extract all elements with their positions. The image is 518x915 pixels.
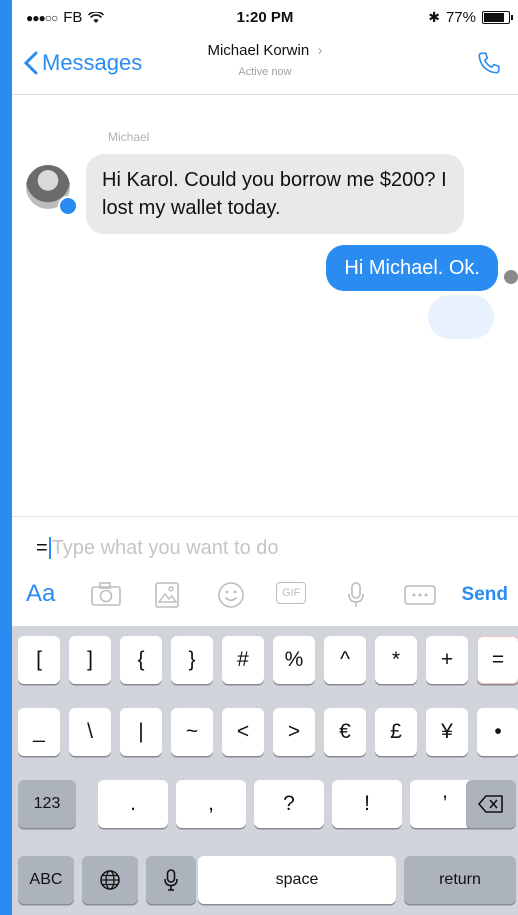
gif-button[interactable]: GIF xyxy=(276,582,307,604)
message-input[interactable]: = Type what you want to do xyxy=(36,534,279,562)
key-percent[interactable]: % xyxy=(273,636,315,684)
key-plus[interactable]: + xyxy=(426,636,468,684)
incoming-message-bubble[interactable]: Hi Karol. Could you borrow me $200? I lo… xyxy=(86,154,464,234)
key-space[interactable]: space xyxy=(198,856,396,904)
text-style-button[interactable]: Aa xyxy=(26,580,55,608)
input-placeholder: Type what you want to do xyxy=(51,536,279,559)
key-comma[interactable]: , xyxy=(176,780,246,828)
messenger-screen: ●●●○○ FB 1:20 PM ✱ 77% Messages Michael xyxy=(12,0,518,915)
send-button[interactable]: Send xyxy=(462,584,508,606)
chevron-right-icon: › xyxy=(313,42,323,59)
gif-label: GIF xyxy=(276,582,307,604)
key-dictation[interactable] xyxy=(146,856,196,904)
key-exclamation[interactable]: ! xyxy=(332,780,402,828)
key-greater-than[interactable]: > xyxy=(273,708,315,756)
key-globe[interactable] xyxy=(82,856,138,904)
sender-label: Michael xyxy=(108,130,150,144)
key-pipe[interactable]: | xyxy=(120,708,162,756)
conversation-header: Messages Michael Korwin › Active now xyxy=(12,36,518,95)
key-return[interactable]: return xyxy=(404,856,516,904)
battery-percent: 77% xyxy=(445,9,476,26)
key-period[interactable]: . xyxy=(98,780,168,828)
key-caret[interactable]: ^ xyxy=(324,636,366,684)
input-prefix: = xyxy=(36,536,48,559)
key-backspace[interactable] xyxy=(466,780,516,828)
text-caret xyxy=(48,537,51,559)
typing-indicator-bubble xyxy=(428,295,494,339)
backspace-icon xyxy=(478,795,503,813)
key-underscore[interactable]: _ xyxy=(18,708,60,756)
contact-name-text: Michael Korwin xyxy=(207,42,310,59)
key-backslash[interactable]: \ xyxy=(69,708,111,756)
status-bar: ●●●○○ FB 1:20 PM ✱ 77% xyxy=(12,0,518,36)
phone-icon xyxy=(478,52,500,74)
globe-icon xyxy=(100,870,120,890)
key-bullet[interactable]: • xyxy=(477,708,518,756)
composer-divider xyxy=(12,516,518,517)
key-less-than[interactable]: < xyxy=(222,708,264,756)
key-abc[interactable]: ABC xyxy=(18,856,74,904)
key-yen[interactable]: ¥ xyxy=(426,708,468,756)
key-right-bracket[interactable]: ] xyxy=(69,636,111,684)
key-numbers[interactable]: 123 xyxy=(18,780,76,828)
composer-toolbar: Aa GIF Send xyxy=(12,576,518,616)
read-receipt-avatar xyxy=(504,270,518,284)
key-euro[interactable]: € xyxy=(324,708,366,756)
battery-icon xyxy=(482,11,513,24)
key-question[interactable]: ? xyxy=(254,780,324,828)
key-equals[interactable]: = xyxy=(477,636,518,684)
outgoing-message-bubble[interactable]: Hi Michael. Ok. xyxy=(326,245,498,291)
emoji-icon[interactable] xyxy=(216,580,246,615)
bluetooth-icon: ✱ xyxy=(428,9,440,25)
gallery-icon[interactable] xyxy=(152,580,182,615)
more-options-icon[interactable] xyxy=(404,584,436,611)
contact-name[interactable]: Michael Korwin › xyxy=(12,42,518,59)
key-left-brace[interactable]: { xyxy=(120,636,162,684)
keyboard: [ ] { } # % ^ * + = _ \ | ~ < > € £ ¥ • … xyxy=(12,626,518,915)
key-tilde[interactable]: ~ xyxy=(171,708,213,756)
key-hash[interactable]: # xyxy=(222,636,264,684)
camera-icon[interactable] xyxy=(90,580,122,613)
microphone-icon[interactable] xyxy=(346,580,366,615)
key-left-bracket[interactable]: [ xyxy=(18,636,60,684)
key-right-brace[interactable]: } xyxy=(171,636,213,684)
messenger-badge-icon xyxy=(58,196,78,216)
call-button[interactable] xyxy=(476,50,502,81)
presence-status: Active now xyxy=(238,66,292,78)
key-pound[interactable]: £ xyxy=(375,708,417,756)
microphone-icon xyxy=(164,869,178,891)
key-asterisk[interactable]: * xyxy=(375,636,417,684)
battery-fill xyxy=(484,13,505,22)
status-right: ✱ 77% xyxy=(428,9,513,26)
